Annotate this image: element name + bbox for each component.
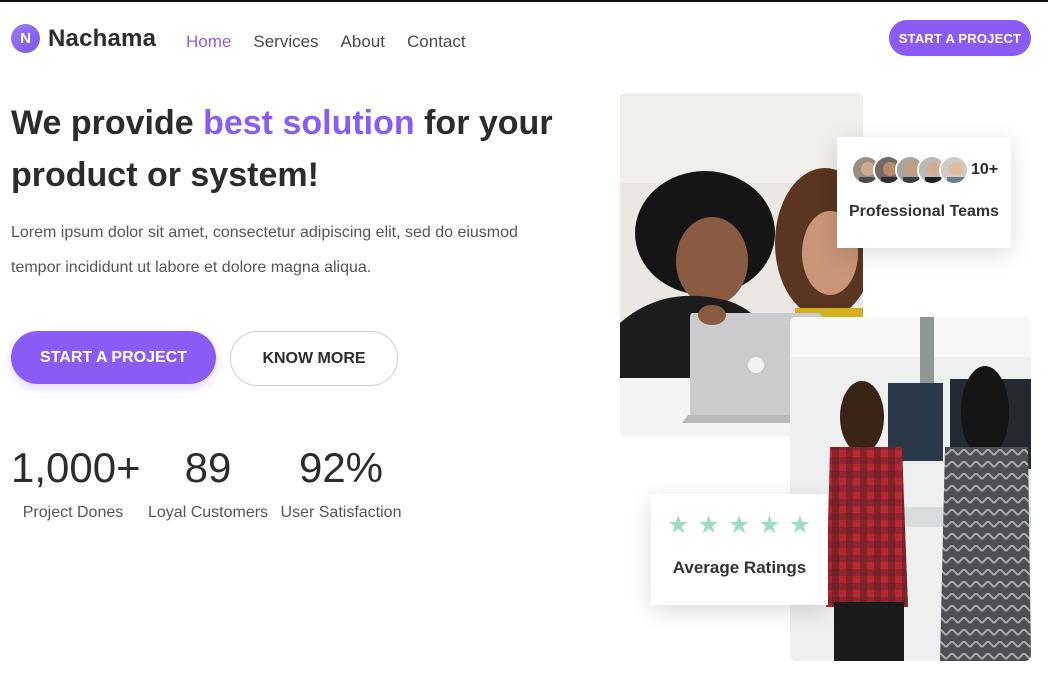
team-avatars bbox=[851, 155, 969, 185]
average-ratings-card: ★ ★ ★ ★ ★ Average Ratings bbox=[651, 494, 828, 605]
stat-customers: 89 Loyal Customers bbox=[148, 440, 268, 522]
stat-label: User Satisfaction bbox=[280, 504, 402, 521]
header-start-project-button[interactable]: START A PROJECT bbox=[889, 20, 1031, 56]
nav-services[interactable]: Services bbox=[253, 32, 318, 52]
star-icon: ★ bbox=[667, 511, 690, 539]
main-nav: Home Services About Contact bbox=[186, 32, 466, 52]
team-monitors-photo bbox=[790, 317, 1031, 661]
hero-title: We provide best solution for your produc… bbox=[11, 97, 571, 201]
ratings-label: Average Ratings bbox=[672, 558, 807, 577]
stat-label: Project Dones bbox=[22, 504, 124, 521]
nav-contact[interactable]: Contact bbox=[407, 32, 466, 52]
hero-title-accent: best solution bbox=[203, 104, 415, 142]
stat-value: 89 bbox=[184, 444, 232, 491]
professional-teams-card: 10+ Professional Teams bbox=[837, 137, 1011, 248]
avatar bbox=[939, 155, 969, 185]
stat-projects: 1,000+ Project Dones bbox=[11, 440, 141, 522]
logo-icon: N bbox=[11, 24, 40, 53]
site-header: N Nachama Home Services About Contact ST… bbox=[0, 2, 1048, 78]
star-icon: ★ bbox=[697, 511, 720, 539]
nav-home[interactable]: Home bbox=[186, 32, 231, 52]
brand-name: Nachama bbox=[48, 24, 157, 52]
stat-value: 1,000+ bbox=[11, 444, 141, 491]
stat-label: Loyal Customers bbox=[148, 504, 269, 521]
brand-logo[interactable]: N Nachama bbox=[11, 24, 156, 53]
start-project-button[interactable]: START A PROJECT bbox=[11, 331, 216, 384]
nav-about[interactable]: About bbox=[341, 32, 385, 52]
stat-satisfaction: 92% User Satisfaction bbox=[280, 440, 402, 522]
star-icon: ★ bbox=[727, 511, 751, 539]
teams-count: 10+ bbox=[971, 161, 999, 178]
know-more-button[interactable]: KNOW MORE bbox=[230, 331, 398, 386]
star-icon: ★ bbox=[758, 511, 781, 539]
hero-description: Lorem ipsum dolor sit amet, consectetur … bbox=[11, 224, 518, 276]
stat-value: 92% bbox=[298, 444, 384, 491]
star-icon: ★ bbox=[788, 511, 812, 539]
hero-title-start: We provide bbox=[11, 104, 204, 142]
rating-stars: ★ ★ ★ ★ ★ bbox=[667, 510, 811, 540]
teams-label: Professional Teams bbox=[849, 203, 999, 220]
